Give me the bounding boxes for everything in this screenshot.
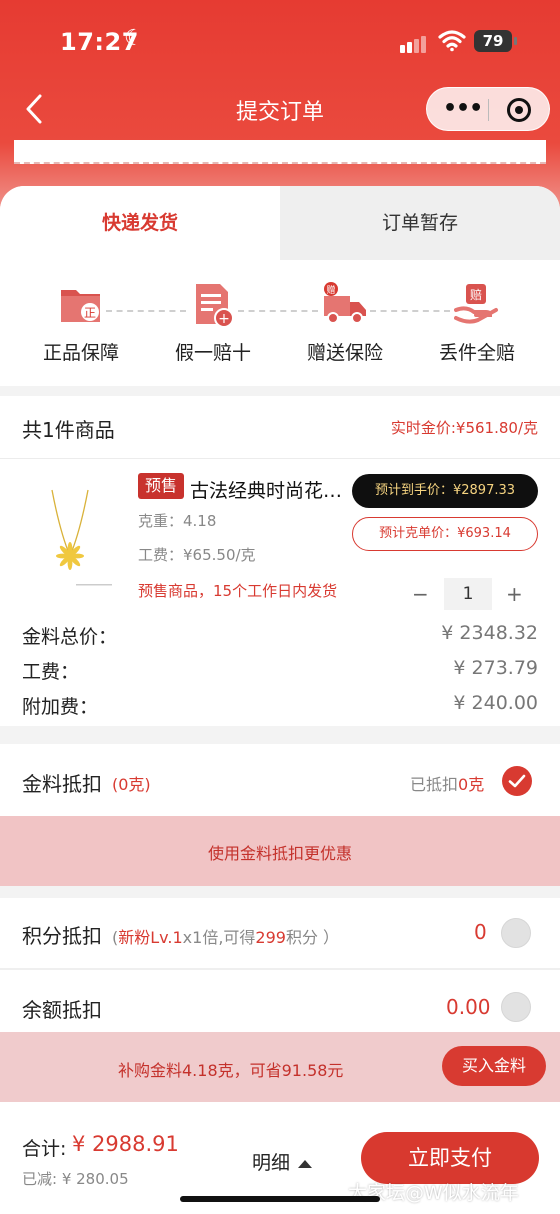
battery-icon: 79 — [474, 30, 517, 52]
fee-label-extra: 附加费： — [22, 696, 99, 718]
badge-text: 正 — [84, 306, 96, 320]
buy-gold-button[interactable]: 买入金料 — [442, 1046, 546, 1086]
gold-deduct-promo-text: 使用金料抵扣更优惠 — [207, 844, 352, 863]
quantity-minus-button[interactable]: − — [412, 582, 429, 606]
delivery-tabs: 快递发货 订单暂存 正 正品保障 + 假一赔十 赠 赠送保险 赔 丢件全赔 — [0, 186, 560, 386]
guarantee-insurance: 赠 赠送保险 — [280, 282, 410, 365]
nav-bar: 提交订单 ••• — [0, 86, 560, 132]
badge-text: 赠 — [326, 284, 335, 296]
points-level: 新粉Lv.1 — [118, 928, 183, 947]
fee-value-labor: ¥ 273.79 — [453, 657, 538, 679]
gold-deduct-row[interactable]: 金料抵扣 (0克) 已抵扣0克 — [0, 744, 560, 816]
gold-price: 实时金价:¥561.80/克 — [390, 419, 538, 437]
points-deduct-row[interactable]: 积分抵扣 (新粉Lv.1x1倍,可得299积分 ） 0 — [0, 898, 560, 968]
gold-deduct-status-prefix: 已抵扣 — [410, 775, 459, 794]
points-radio[interactable] — [501, 918, 531, 948]
product-name[interactable]: 古法经典时尚花… — [190, 476, 342, 503]
goods-section: 共1件商品 实时金价:¥561.80/克 预售 古法经典时尚花… 克重：4.18… — [0, 396, 560, 726]
checked-radio-icon[interactable] — [502, 766, 532, 796]
total-value: ¥ 2988.91 — [72, 1132, 179, 1156]
home-indicator — [180, 1196, 380, 1202]
product-image[interactable] — [26, 482, 122, 592]
fee-label-gold: 金料总价： — [22, 626, 118, 648]
buy-gold-bar: 补购金料4.18克，可省91.58元 买入金料 — [0, 1032, 560, 1102]
wifi-icon — [438, 30, 466, 52]
status-bar: 17:27 ☾ 79 — [0, 24, 560, 64]
gold-deduct-status-value: 0克 — [458, 775, 485, 794]
points-deduct-label: 积分抵扣 — [22, 924, 102, 948]
saved-amount: 已减: ¥ 280.05 — [22, 1170, 129, 1188]
badge-text: 赔 — [470, 287, 482, 302]
checkout-bar: 合计: ¥ 2988.91 已减: ¥ 280.05 明细 立即支付 大家坛@W… — [0, 1102, 560, 1214]
product-weight: 克重：4.18 — [138, 512, 217, 530]
guarantee-label: 丢件全赔 — [438, 342, 515, 364]
address-card-edge — [14, 140, 546, 164]
balance-deduct-label: 余额抵扣 — [22, 998, 102, 1022]
total-label: 合计: — [22, 1138, 67, 1160]
gold-deduct-promo: 使用金料抵扣更优惠 — [0, 816, 560, 886]
more-dots-icon[interactable]: ••• — [443, 96, 483, 121]
guarantee-authentic: 正 正品保障 — [16, 282, 146, 365]
balance-value: 0.00 — [446, 995, 491, 1019]
points-value: 0 — [474, 920, 487, 944]
guarantee-label: 假一赔十 — [174, 342, 251, 364]
points-get: ,可得 — [218, 928, 256, 947]
product-labor-fee: 工费：¥65.50/克 — [138, 546, 256, 564]
presale-note: 预售商品，15个工作日内发货 — [138, 582, 338, 600]
points-suffix: 积分 ） — [285, 928, 340, 947]
delivery-truck-icon: 赠 — [324, 282, 366, 324]
certificate-folder-icon: 正 — [61, 290, 100, 322]
estimated-total-badge: 预计到手价：¥2897.33 — [352, 474, 538, 508]
document-plus-icon: + — [196, 284, 234, 328]
points-amount: 299 — [255, 928, 286, 947]
tab-express[interactable]: 快递发货 — [0, 186, 280, 260]
moon-icon: ☾ — [124, 26, 144, 51]
mini-program-capsule: ••• — [426, 87, 550, 131]
goods-count: 共1件商品 — [22, 418, 115, 442]
fee-value-extra: ¥ 240.00 — [453, 692, 538, 714]
gold-deduct-label: 金料抵扣 — [22, 772, 102, 796]
points-multiplier: x1倍 — [182, 928, 219, 947]
hand-compensation-icon: 赔 — [454, 284, 498, 324]
pay-now-button[interactable]: 立即支付 — [361, 1132, 539, 1184]
guarantee-tenfold: + 假一赔十 — [148, 282, 278, 365]
guarantee-label: 赠送保险 — [306, 342, 383, 364]
capsule-divider — [488, 99, 489, 121]
caret-up-icon — [298, 1159, 313, 1168]
fee-value-gold: ¥ 2348.32 — [441, 622, 538, 644]
cellular-signal-icon — [400, 34, 428, 53]
quantity-input[interactable]: 1 — [444, 578, 492, 610]
points-info: (新粉Lv.1x1倍,可得299积分 ） — [112, 928, 340, 947]
guarantee-label: 正品保障 — [42, 342, 119, 364]
detail-toggle[interactable]: 明细 — [252, 1148, 313, 1175]
badge-text: + — [218, 311, 230, 327]
balance-radio[interactable] — [501, 992, 531, 1022]
gold-deduct-amount: (0克) — [112, 775, 151, 794]
close-target-icon[interactable] — [507, 98, 531, 122]
tab-store-order[interactable]: 订单暂存 — [280, 186, 560, 260]
detail-label: 明细 — [252, 1152, 291, 1174]
quantity-plus-button[interactable]: + — [506, 582, 523, 606]
estimated-unit-badge: 预计克单价：¥693.14 — [352, 517, 538, 551]
fee-label-labor: 工费： — [22, 661, 80, 683]
guarantee-loss-compensation: 赔 丢件全赔 — [412, 282, 542, 365]
divider — [0, 458, 560, 459]
gold-deduct-status: 已抵扣0克 — [410, 771, 484, 795]
buy-gold-text: 补购金料4.18克，可省91.58元 — [118, 1061, 344, 1080]
presale-tag: 预售 — [138, 473, 185, 499]
balance-deduct-row[interactable]: 余额抵扣 0.00 — [0, 970, 560, 1032]
